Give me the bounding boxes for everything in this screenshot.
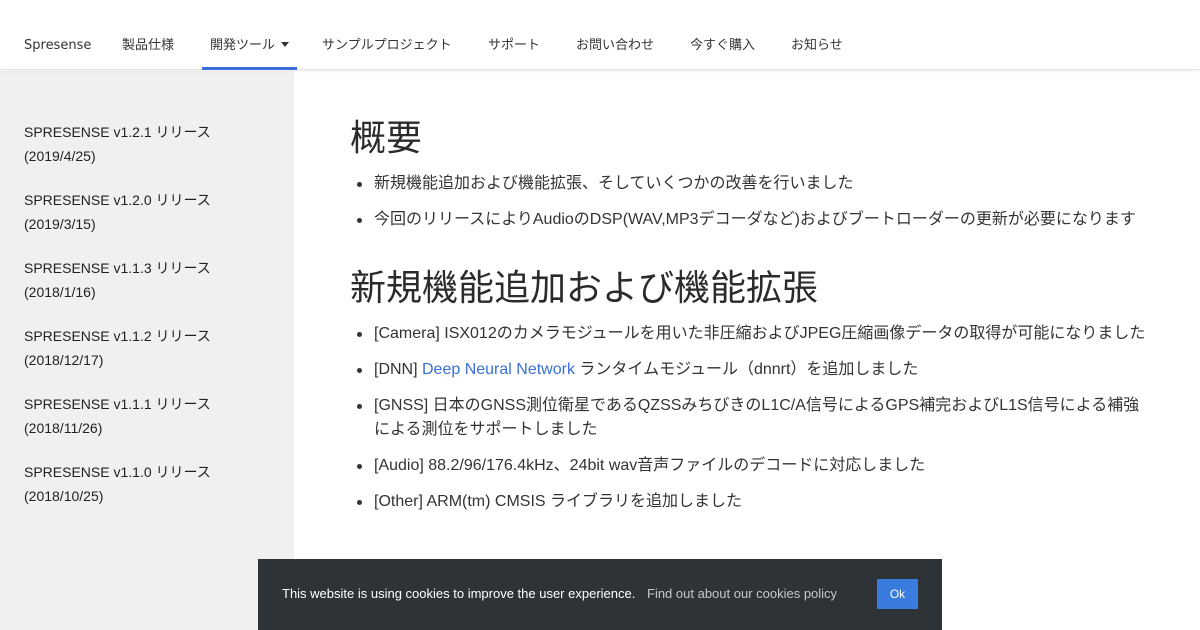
sidebar-item-date: (2019/4/25) xyxy=(24,148,96,164)
sidebar-item-date: (2018/10/25) xyxy=(24,488,104,504)
nav-item-label: お知らせ xyxy=(791,38,843,53)
nav-item-news[interactable]: お知らせ xyxy=(791,26,843,70)
top-navigation: Spresense 製品仕様 開発ツール サンプルプロジェクト サポート お問い… xyxy=(0,0,1200,70)
list-item: 今回のリリースによりAudioのDSP(WAV,MP3デコーダなど)およびブート… xyxy=(350,208,1150,232)
sidebar-item-title: SPRESENSE v1.1.0 リリース xyxy=(24,464,211,480)
nav-item-buy-now[interactable]: 今すぐ購入 xyxy=(690,26,755,70)
nav-item-label: 開発ツール xyxy=(210,38,276,53)
release-sidebar: SPRESENSE v1.2.1 リリース (2019/4/25) SPRESE… xyxy=(0,71,294,630)
sidebar-item-date: (2019/3/15) xyxy=(24,216,96,232)
nav-item-label: 今すぐ購入 xyxy=(690,38,756,53)
overview-heading: 概要 xyxy=(350,118,423,159)
sidebar-item-date: (2018/1/16) xyxy=(24,284,96,300)
nav-item-label: 製品仕様 xyxy=(122,38,175,53)
nav-item-label: サポート xyxy=(488,38,541,53)
sidebar-item-v1-1-3[interactable]: SPRESENSE v1.1.3 リリース (2018/1/16) xyxy=(24,256,274,304)
nav-item-label: Spresense xyxy=(24,38,92,53)
cookie-message: This website is using cookies to improve… xyxy=(282,586,636,601)
nav-item-label: サンプルプロジェクト xyxy=(322,38,452,53)
sidebar-item-v1-2-0[interactable]: SPRESENSE v1.2.0 リリース (2019/3/15) xyxy=(24,188,274,236)
nav-item-product-spec[interactable]: 製品仕様 xyxy=(122,26,174,70)
list-item: [Audio] 88.2/96/176.4kHz、24bit wav音声ファイル… xyxy=(350,454,1150,478)
sidebar-item-v1-1-2[interactable]: SPRESENSE v1.1.2 リリース (2018/12/17) xyxy=(24,324,274,372)
nav-item-contact[interactable]: お問い合わせ xyxy=(576,26,654,70)
cookie-ok-button[interactable]: Ok xyxy=(877,579,918,609)
overview-list: 新規機能追加および機能拡張、そしていくつかの改善を行いました 今回のリリースによ… xyxy=(350,172,1150,244)
sidebar-item-date: (2018/12/17) xyxy=(24,352,104,368)
features-list: [Camera] ISX012のカメラモジュールを用いた非圧縮およびJPEG圧縮… xyxy=(350,322,1150,526)
list-item-suffix: ランタイムモジュール（dnnrt）を追加しました xyxy=(574,361,919,378)
sidebar-item-title: SPRESENSE v1.2.0 リリース xyxy=(24,192,211,208)
cookie-banner: This website is using cookies to improve… xyxy=(258,559,942,630)
sidebar-item-v1-1-0[interactable]: SPRESENSE v1.1.0 リリース (2018/10/25) xyxy=(24,460,274,508)
list-item: [DNN] Deep Neural Network ランタイムモジュール（dnn… xyxy=(350,358,1150,382)
nav-item-sample-projects[interactable]: サンプルプロジェクト xyxy=(322,26,452,70)
list-item: 新規機能追加および機能拡張、そしていくつかの改善を行いました xyxy=(350,172,1150,196)
sidebar-item-title: SPRESENSE v1.1.2 リリース xyxy=(24,328,211,344)
sidebar-item-date: (2018/11/26) xyxy=(24,420,103,436)
list-item: [GNSS] 日本のGNSS測位衛星であるQZSSみちびきのL1C/A信号による… xyxy=(350,394,1150,442)
list-item: [Camera] ISX012のカメラモジュールを用いた非圧縮およびJPEG圧縮… xyxy=(350,322,1150,346)
nav-item-spresense[interactable]: Spresense xyxy=(24,26,91,70)
features-heading: 新規機能追加および機能拡張 xyxy=(350,268,819,309)
sidebar-item-v1-1-1[interactable]: SPRESENSE v1.1.1 リリース (2018/11/26) xyxy=(24,392,274,440)
list-item: [Other] ARM(tm) CMSIS ライブラリを追加しました xyxy=(350,490,1150,514)
deep-neural-network-link[interactable]: Deep Neural Network xyxy=(422,361,575,378)
sidebar-item-title: SPRESENSE v1.2.1 リリース xyxy=(24,124,211,140)
nav-item-support[interactable]: サポート xyxy=(488,26,540,70)
chevron-down-icon xyxy=(281,42,290,47)
sidebar-item-v1-2-1[interactable]: SPRESENSE v1.2.1 リリース (2019/4/25) xyxy=(24,120,274,168)
sidebar-item-title: SPRESENSE v1.1.3 リリース xyxy=(24,260,211,276)
cookie-policy-link[interactable]: Find out about our cookies policy xyxy=(647,586,837,601)
list-item-prefix: [DNN] xyxy=(374,361,422,378)
nav-item-dev-tools[interactable]: 開発ツール xyxy=(202,26,298,70)
sidebar-item-title: SPRESENSE v1.1.1 リリース xyxy=(24,396,211,412)
nav-item-label: お問い合わせ xyxy=(576,38,655,53)
